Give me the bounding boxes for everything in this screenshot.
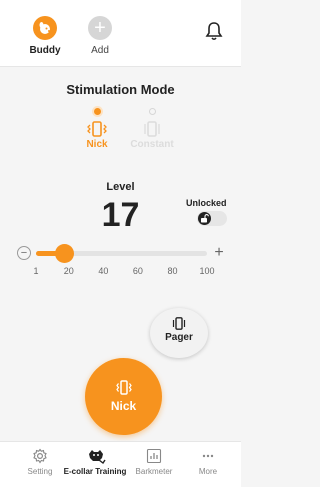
- pager-button[interactable]: Pager: [150, 308, 208, 358]
- mode-option-constant[interactable]: Constant: [124, 108, 180, 150]
- vibrate-phone-icon: [86, 121, 108, 137]
- slider-tick-label: 20: [63, 266, 74, 276]
- nav-item-barkmeter[interactable]: Barkmeter: [131, 448, 177, 476]
- dog-avatar-icon: [33, 16, 57, 40]
- dog-training-icon: [86, 448, 106, 465]
- vibrate-phone-icon: [171, 317, 187, 330]
- nav-label: Barkmeter: [135, 467, 173, 476]
- nav-label: Setting: [27, 467, 53, 476]
- level-slider-thumb[interactable]: [54, 244, 74, 263]
- mode-option-nick[interactable]: Nick: [69, 108, 125, 150]
- nav-item-more[interactable]: More: [190, 448, 226, 476]
- slider-tick-label: 40: [98, 266, 109, 276]
- add-pet-label: Add: [91, 45, 109, 56]
- bell-icon[interactable]: [205, 21, 223, 41]
- slider-tick-labels: 1 20 40 60 80 100: [33, 266, 214, 278]
- mode-label: Nick: [86, 139, 108, 150]
- slider-tick-label: 80: [167, 266, 178, 276]
- nav-label: E-collar Training: [63, 467, 127, 476]
- nav-label: More: [198, 467, 218, 476]
- pet-header: Buddy + Add: [0, 0, 241, 67]
- vibrate-phone-icon: [115, 380, 133, 395]
- decrease-level-button[interactable]: −: [17, 246, 31, 260]
- level-label: Level: [106, 181, 135, 193]
- pager-label: Pager: [165, 332, 193, 343]
- add-pet-button[interactable]: + Add: [80, 16, 120, 56]
- increase-level-button[interactable]: +: [212, 245, 226, 261]
- level-slider-track[interactable]: [36, 244, 207, 263]
- pet-name-label: Buddy: [29, 45, 61, 56]
- nick-stimulate-button[interactable]: Nick: [85, 358, 162, 435]
- radio-selected: [93, 108, 101, 115]
- lock-status-label: Unlocked: [186, 198, 227, 208]
- slider-tick-label: 1: [33, 266, 39, 276]
- nav-item-setting[interactable]: Setting: [22, 448, 58, 476]
- ellipsis-icon: [199, 448, 217, 464]
- nav-item-e-collar-training[interactable]: E-collar Training: [63, 448, 127, 476]
- nick-button-label: Nick: [110, 399, 137, 413]
- mode-label: Constant: [130, 139, 174, 150]
- pet-buddy[interactable]: Buddy: [25, 16, 65, 56]
- stimulation-mode-title: Stimulation Mode: [66, 82, 175, 97]
- slider-tick-label: 60: [132, 266, 143, 276]
- slider-tick-label: 100: [199, 266, 215, 276]
- lock-toggle[interactable]: [197, 211, 227, 226]
- vibrate-phone-icon: [141, 121, 163, 137]
- radio-unselected: [148, 108, 156, 115]
- unlocked-padlock-icon: [198, 212, 211, 225]
- bar-chart-icon: [145, 448, 163, 464]
- app-screen: Buddy + Add Stimulation Mode Nick Consta…: [0, 0, 241, 487]
- plus-icon: +: [88, 16, 112, 40]
- gear-icon: [31, 448, 49, 464]
- bottom-navigation: Setting E-collar Training Barkmeter More: [0, 441, 241, 487]
